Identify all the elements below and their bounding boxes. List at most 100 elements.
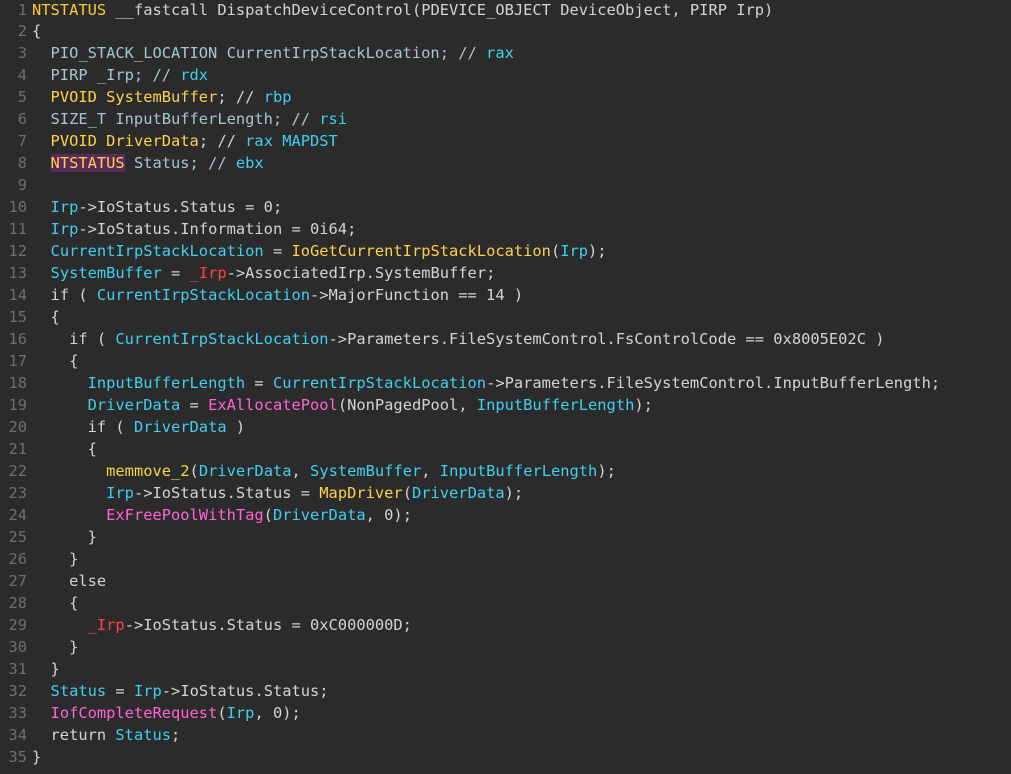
code-text[interactable]: ExFreePoolWithTag(DriverData, 0);: [31, 504, 412, 526]
code-text[interactable]: {: [31, 592, 78, 614]
code-token-var[interactable]: Irp: [106, 484, 134, 502]
code-text[interactable]: IofCompleteRequest(Irp, 0);: [31, 702, 301, 724]
code-token-var[interactable]: Irp: [51, 220, 79, 238]
code-text[interactable]: return Status;: [31, 724, 181, 746]
code-text[interactable]: }: [31, 548, 78, 570]
code-text[interactable]: [31, 174, 32, 196]
code-token-var[interactable]: DriverData: [412, 484, 505, 502]
code-line[interactable]: 11 Irp->IoStatus.Information = 0i64;: [0, 218, 1011, 240]
code-line[interactable]: 33 IofCompleteRequest(Irp, 0);: [0, 702, 1011, 724]
code-token-var[interactable]: DriverData: [273, 506, 366, 524]
code-token-fn[interactable]: ExFreePoolWithTag: [106, 506, 264, 524]
code-token-red[interactable]: _Irp: [88, 616, 125, 634]
code-text[interactable]: }: [31, 636, 78, 658]
code-line[interactable]: 19 DriverData = ExAllocatePool(NonPagedP…: [0, 394, 1011, 416]
code-text[interactable]: Irp->IoStatus.Status = 0;: [31, 196, 283, 218]
code-token-var[interactable]: SystemBuffer: [51, 264, 162, 282]
code-line[interactable]: 32 Status = Irp->IoStatus.Status;: [0, 680, 1011, 702]
code-line[interactable]: 35}: [0, 746, 1011, 768]
code-line[interactable]: 4 PIRP _Irp; // rdx: [0, 64, 1011, 86]
code-text[interactable]: else: [31, 570, 106, 592]
code-text[interactable]: if ( CurrentIrpStackLocation->MajorFunct…: [31, 284, 524, 306]
code-token-var[interactable]: CurrentIrpStackLocation: [97, 286, 310, 304]
code-line[interactable]: 21 {: [0, 438, 1011, 460]
code-line[interactable]: 27 else: [0, 570, 1011, 592]
code-token-var[interactable]: Irp: [51, 198, 79, 216]
code-line[interactable]: 25 }: [0, 526, 1011, 548]
code-line[interactable]: 5 PVOID SystemBuffer; // rbp: [0, 86, 1011, 108]
code-token-var[interactable]: CurrentIrpStackLocation: [51, 242, 264, 260]
code-text[interactable]: }: [31, 658, 60, 680]
code-line[interactable]: 2{: [0, 20, 1011, 42]
code-text[interactable]: PIRP _Irp; // rdx: [31, 64, 209, 86]
pseudocode-editor[interactable]: 1 NTSTATUS __fastcall DispatchDeviceContr…: [0, 0, 1011, 774]
code-token-fn[interactable]: IofCompleteRequest: [51, 704, 218, 722]
code-line[interactable]: 34 return Status;: [0, 724, 1011, 746]
code-text[interactable]: NTSTATUS __fastcall DispatchDeviceContro…: [31, 0, 773, 20]
code-text[interactable]: if ( CurrentIrpStackLocation->Parameters…: [31, 328, 884, 350]
code-token-var[interactable]: InputBufferLength: [440, 462, 598, 480]
code-line[interactable]: 17 {: [0, 350, 1011, 372]
code-text[interactable]: InputBufferLength = CurrentIrpStackLocat…: [31, 372, 941, 394]
code-line[interactable]: 1 NTSTATUS __fastcall DispatchDeviceContr…: [0, 0, 1011, 20]
code-line[interactable]: 16 if ( CurrentIrpStackLocation->Paramet…: [0, 328, 1011, 350]
code-text[interactable]: {: [31, 306, 60, 328]
code-text[interactable]: if ( DriverData ): [31, 416, 246, 438]
code-text[interactable]: Irp->IoStatus.Status = MapDriver(DriverD…: [31, 482, 523, 504]
code-line[interactable]: 26 }: [0, 548, 1011, 570]
code-token-glob[interactable]: memmove_2: [106, 462, 189, 480]
code-text[interactable]: DriverData = ExAllocatePool(NonPagedPool…: [31, 394, 653, 416]
code-line[interactable]: 14 if ( CurrentIrpStackLocation->MajorFu…: [0, 284, 1011, 306]
code-text[interactable]: NTSTATUS Status; // ebx: [31, 152, 264, 174]
code-token-fn[interactable]: ExAllocatePool: [208, 396, 338, 414]
code-token-var[interactable]: InputBufferLength: [88, 374, 246, 392]
code-token-var[interactable]: Irp: [560, 242, 588, 260]
code-line[interactable]: 13 SystemBuffer = _Irp->AssociatedIrp.Sy…: [0, 262, 1011, 284]
code-line[interactable]: 12 CurrentIrpStackLocation = IoGetCurren…: [0, 240, 1011, 262]
code-token-var[interactable]: Status: [51, 682, 107, 700]
code-text[interactable]: CurrentIrpStackLocation = IoGetCurrentIr…: [31, 240, 607, 262]
code-line[interactable]: 28 {: [0, 592, 1011, 614]
code-text[interactable]: SystemBuffer = _Irp->AssociatedIrp.Syste…: [31, 262, 496, 284]
code-line[interactable]: 6 SIZE_T InputBufferLength; // rsi: [0, 108, 1011, 130]
code-line[interactable]: 8 NTSTATUS Status; // ebx: [0, 152, 1011, 174]
code-text[interactable]: Irp->IoStatus.Information = 0i64;: [31, 218, 357, 240]
code-token-lib[interactable]: IoGetCurrentIrpStackLocation: [291, 242, 550, 260]
code-line[interactable]: 20 if ( DriverData ): [0, 416, 1011, 438]
code-text[interactable]: {: [31, 438, 97, 460]
code-token-var[interactable]: InputBufferLength: [477, 396, 635, 414]
code-token-var[interactable]: SystemBuffer: [310, 462, 421, 480]
code-text[interactable]: memmove_2(DriverData, SystemBuffer, Inpu…: [31, 460, 616, 482]
code-line[interactable]: 9: [0, 174, 1011, 196]
code-line[interactable]: 18 InputBufferLength = CurrentIrpStackLo…: [0, 372, 1011, 394]
code-line[interactable]: 15 {: [0, 306, 1011, 328]
code-line[interactable]: 22 memmove_2(DriverData, SystemBuffer, I…: [0, 460, 1011, 482]
code-line[interactable]: 31 }: [0, 658, 1011, 680]
code-token-var[interactable]: DriverData: [199, 462, 292, 480]
code-text[interactable]: }: [31, 526, 97, 548]
code-token-var[interactable]: Status: [115, 726, 171, 744]
code-text[interactable]: PVOID SystemBuffer; // rbp: [31, 86, 292, 108]
code-text[interactable]: {: [31, 350, 78, 372]
code-token-var[interactable]: DriverData: [88, 396, 181, 414]
code-text[interactable]: _Irp->IoStatus.Status = 0xC000000D;: [31, 614, 412, 636]
code-token-var[interactable]: Irp: [134, 682, 162, 700]
code-line[interactable]: 10 Irp->IoStatus.Status = 0;: [0, 196, 1011, 218]
code-line[interactable]: 3 PIO_STACK_LOCATION CurrentIrpStackLoca…: [0, 42, 1011, 64]
code-line[interactable]: 7 PVOID DriverData; // rax MAPDST: [0, 130, 1011, 152]
code-line[interactable]: 30 }: [0, 636, 1011, 658]
code-text[interactable]: PVOID DriverData; // rax MAPDST: [31, 130, 338, 152]
code-token-var[interactable]: DriverData: [134, 418, 227, 436]
code-token-var[interactable]: CurrentIrpStackLocation: [115, 330, 328, 348]
code-text[interactable]: {: [31, 20, 41, 42]
code-text[interactable]: SIZE_T InputBufferLength; // rsi: [31, 108, 348, 130]
code-text[interactable]: PIO_STACK_LOCATION CurrentIrpStackLocati…: [31, 42, 514, 64]
code-token-red[interactable]: _Irp: [190, 264, 227, 282]
code-text[interactable]: }: [31, 746, 41, 768]
code-token-var[interactable]: Irp: [227, 704, 255, 722]
code-token-var[interactable]: CurrentIrpStackLocation: [273, 374, 486, 392]
code-line[interactable]: 23 Irp->IoStatus.Status = MapDriver(Driv…: [0, 482, 1011, 504]
code-line[interactable]: 29 _Irp->IoStatus.Status = 0xC000000D;: [0, 614, 1011, 636]
code-line[interactable]: 24 ExFreePoolWithTag(DriverData, 0);: [0, 504, 1011, 526]
code-text[interactable]: Status = Irp->IoStatus.Status;: [31, 680, 329, 702]
